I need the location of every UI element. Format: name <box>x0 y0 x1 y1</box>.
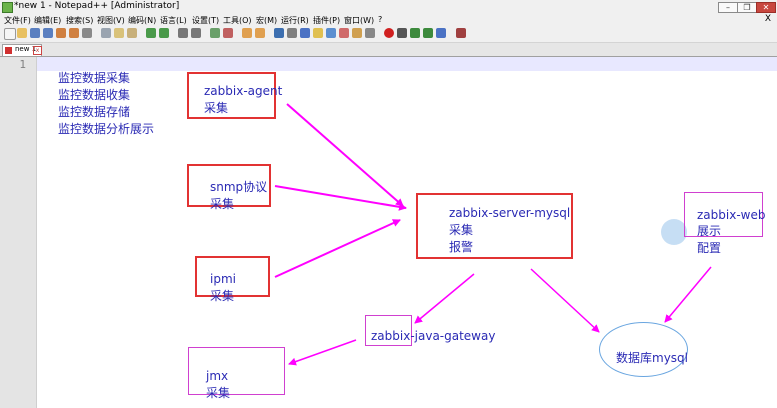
line-number: 1 <box>19 58 26 71</box>
menu-macro[interactable]: 宏(M) <box>256 15 277 26</box>
menu-settings[interactable]: 设置(T) <box>192 15 219 26</box>
menu-search[interactable]: 搜索(S) <box>66 15 93 26</box>
arrow-snmp-to-server <box>274 185 407 211</box>
redo-icon[interactable] <box>159 28 169 38</box>
save-icon[interactable] <box>30 28 40 38</box>
monitoring-icon[interactable] <box>365 28 375 38</box>
minimize-button[interactable]: – <box>718 2 738 13</box>
zoom-in-icon[interactable] <box>210 28 220 38</box>
record-macro-icon[interactable] <box>384 28 394 38</box>
folder-workspace-icon[interactable] <box>352 28 362 38</box>
save-all-icon[interactable] <box>43 28 53 38</box>
menu-encoding[interactable]: 编码(N) <box>128 15 156 26</box>
arrow-server-to-gateway <box>414 273 475 324</box>
zoom-out-icon[interactable] <box>223 28 233 38</box>
close-icon[interactable] <box>56 28 66 38</box>
find-icon[interactable] <box>178 28 188 38</box>
cut-icon[interactable] <box>101 28 111 38</box>
menu-plugins[interactable]: 插件(P) <box>313 15 340 26</box>
menu-file[interactable]: 文件(F) <box>4 15 31 26</box>
print-icon[interactable] <box>82 28 92 38</box>
editor-area[interactable]: 监控数据采集 监控数据收集 监控数据存储 监控数据分析展示 zabbix-age… <box>37 57 777 408</box>
restore-button[interactable]: ❐ <box>737 2 757 13</box>
toolbar <box>0 26 777 43</box>
indent-guide-icon[interactable] <box>300 28 310 38</box>
menu-edit[interactable]: 编辑(E) <box>34 15 61 26</box>
arrow-ipmi-to-server <box>274 219 401 278</box>
close-document-button[interactable]: X <box>765 14 771 24</box>
run-macro-multiple-icon[interactable] <box>423 28 433 38</box>
undo-icon[interactable] <box>146 28 156 38</box>
close-window-button[interactable]: ✕ <box>756 2 776 13</box>
menu-tools[interactable]: 工具(O) <box>223 15 252 26</box>
paste-icon[interactable] <box>127 28 137 38</box>
menu-language[interactable]: 语言(L) <box>160 15 187 26</box>
menu-run[interactable]: 运行(R) <box>281 15 309 26</box>
sync-v-icon[interactable] <box>242 28 252 38</box>
window-title: *new 1 - Notepad++ [Administrator] <box>14 1 180 11</box>
notepadpp-app-icon <box>2 2 13 13</box>
menu-window[interactable]: 窗口(W) <box>344 15 374 26</box>
tab-close-icon[interactable]: x <box>33 46 42 55</box>
sync-h-icon[interactable] <box>255 28 265 38</box>
arrow-web-to-db <box>664 266 712 323</box>
menu-help[interactable]: ? <box>378 15 382 24</box>
replace-icon[interactable] <box>191 28 201 38</box>
menu-bar: 文件(F) 编辑(E) 搜索(S) 视图(V) 编码(N) 语言(L) 设置(T… <box>0 14 777 26</box>
copy-icon[interactable] <box>114 28 124 38</box>
arrow-server-to-db <box>530 268 600 333</box>
stop-macro-icon[interactable] <box>397 28 407 38</box>
unsaved-file-icon <box>5 47 12 54</box>
menu-view[interactable]: 视图(V) <box>97 15 125 26</box>
arrow-gateway-to-jmx <box>288 339 357 366</box>
save-macro-icon[interactable] <box>436 28 446 38</box>
close-all-icon[interactable] <box>69 28 79 38</box>
tab-bar: new 1 x <box>0 43 777 57</box>
play-macro-icon[interactable] <box>410 28 420 38</box>
function-list-icon[interactable] <box>339 28 349 38</box>
title-bar: *new 1 - Notepad++ [Administrator] – ❐ ✕ <box>0 0 777 14</box>
tab-new1[interactable]: new 1 x <box>2 44 42 56</box>
line-number-gutter: 1 <box>0 57 37 408</box>
word-wrap-icon[interactable] <box>274 28 284 38</box>
arrows-layer <box>274 103 712 366</box>
show-all-chars-icon[interactable] <box>287 28 297 38</box>
open-file-icon[interactable] <box>17 28 27 38</box>
spell-check-icon[interactable] <box>456 28 466 38</box>
new-file-icon[interactable] <box>4 28 16 40</box>
doc-map-icon[interactable] <box>326 28 336 38</box>
udl-icon[interactable] <box>313 28 323 38</box>
